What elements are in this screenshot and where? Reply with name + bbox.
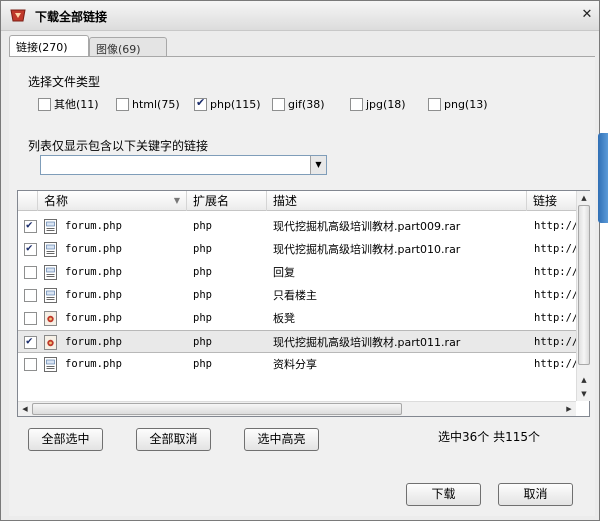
side-panel-tab[interactable] (598, 133, 608, 223)
row-checkbox[interactable] (24, 218, 37, 233)
row-link: http:// (534, 358, 576, 370)
page-icon (44, 242, 57, 257)
scroll-down-icon[interactable]: ▼ (577, 387, 591, 401)
download-all-links-dialog: 下载全部链接 ✕ 链接(270) 图像(69) 选择文件类型 其他(11) ht… (0, 0, 600, 521)
row-extension: php (193, 312, 212, 324)
download-app-icon (10, 9, 26, 22)
select-all-button[interactable]: 全部选中 (28, 428, 103, 451)
type-option-jpg[interactable]: jpg(18) (350, 96, 406, 112)
table-row[interactable]: forum.php php 回复 http:// (18, 261, 576, 284)
row-name: forum.php (65, 266, 122, 278)
type-checkbox[interactable] (38, 97, 51, 111)
table-row[interactable]: forum.php php 只看楼主 http:// (18, 284, 576, 307)
table-row[interactable]: forum.php php 现代挖掘机高级培训教材.part010.rar http:… (18, 238, 576, 261)
row-extension: php (193, 358, 212, 370)
type-checkbox[interactable] (194, 96, 207, 111)
tab-links[interactable]: 链接(270) (9, 35, 89, 57)
title-bar: 下载全部链接 ✕ (1, 1, 599, 31)
row-name: forum.php (65, 336, 122, 348)
window-title: 下载全部链接 (35, 10, 108, 24)
checkbox-column-header (18, 191, 38, 211)
row-link: http:// (534, 266, 576, 278)
row-link: http:// (534, 336, 576, 348)
row-checkbox[interactable] (24, 289, 37, 302)
row-description: 资料分享 (273, 358, 317, 371)
image-file-icon (44, 311, 57, 326)
download-button[interactable]: 下载 (406, 483, 481, 506)
row-name: forum.php (65, 289, 122, 301)
vertical-scrollbar[interactable]: ▲ ▲ ▼ (576, 191, 590, 401)
horizontal-scroll-thumb[interactable] (32, 403, 402, 415)
horizontal-scrollbar[interactable]: ◀ ▶ (18, 401, 576, 416)
page-icon (44, 265, 57, 280)
row-description: 板凳 (273, 312, 295, 325)
page-icon (44, 219, 57, 234)
row-extension: php (193, 243, 212, 255)
file-type-label: 选择文件类型 (28, 75, 101, 89)
scroll-left-icon[interactable]: ◀ (18, 402, 32, 416)
row-extension: php (193, 266, 212, 278)
table-row[interactable]: forum.php php 现代挖掘机高级培训教材.part011.rar http:… (18, 330, 576, 353)
scroll-right-icon[interactable]: ▶ (562, 402, 576, 416)
row-checkbox[interactable] (24, 266, 37, 279)
row-name: forum.php (65, 358, 122, 370)
list-header: 名称 ▼ 扩展名 描述 链接 (18, 191, 576, 211)
row-description: 现代挖掘机高级培训教材.part009.rar (273, 220, 461, 233)
list-rows: forum.php php 现代挖掘机高级培训教材.part009.rar http:… (18, 211, 576, 401)
type-checkbox[interactable] (350, 97, 363, 111)
close-icon[interactable]: ✕ (580, 8, 594, 22)
scroll-up-icon[interactable]: ▲ (577, 191, 591, 205)
table-row[interactable]: forum.php php 板凳 http:// (18, 307, 576, 330)
page-icon (44, 288, 57, 303)
row-extension: php (193, 336, 212, 348)
column-header-description[interactable]: 描述 (267, 191, 527, 211)
row-extension: php (193, 289, 212, 301)
column-header-link[interactable]: 链接 (527, 191, 576, 211)
row-name: forum.php (65, 220, 122, 232)
row-extension: php (193, 220, 212, 232)
row-name: forum.php (65, 243, 122, 255)
row-name: forum.php (65, 312, 122, 324)
cancel-button[interactable]: 取消 (498, 483, 573, 506)
background-strip (600, 0, 608, 521)
type-option-other[interactable]: 其他(11) (38, 96, 99, 112)
type-option-html[interactable]: html(75) (116, 96, 180, 112)
image-file-icon (44, 335, 57, 350)
selection-status: 选中36个 共115个 (438, 430, 540, 444)
row-link: http:// (534, 243, 576, 255)
row-description: 现代挖掘机高级培训教材.part011.rar (273, 336, 461, 349)
tab-images[interactable]: 图像(69) (89, 37, 167, 57)
type-checkbox[interactable] (428, 97, 441, 111)
type-option-gif[interactable]: gif(38) (272, 96, 325, 112)
row-checkbox[interactable] (24, 312, 37, 325)
row-description: 只看楼主 (273, 289, 317, 302)
scroll-up-icon[interactable]: ▲ (577, 373, 591, 387)
page-icon (44, 357, 57, 372)
row-checkbox[interactable] (24, 358, 37, 371)
type-checkbox[interactable] (116, 97, 129, 111)
sort-desc-icon: ▼ (173, 196, 180, 205)
row-link: http:// (534, 289, 576, 301)
vertical-scroll-thumb[interactable] (578, 205, 590, 365)
keyword-filter-label: 列表仅显示包含以下关键字的链接 (28, 139, 209, 153)
row-description: 回复 (273, 266, 295, 279)
select-highlighted-button[interactable]: 选中高亮 (244, 428, 319, 451)
table-row[interactable]: forum.php php 现代挖掘机高级培训教材.part009.rar http:… (18, 215, 576, 238)
row-link: http:// (534, 312, 576, 324)
chevron-down-icon[interactable]: ▼ (310, 156, 326, 174)
row-checkbox[interactable] (24, 334, 37, 349)
table-row[interactable]: forum.php php 资料分享 http:// (18, 353, 576, 376)
row-checkbox[interactable] (24, 241, 37, 256)
keyword-filter-combo[interactable]: ▼ (40, 155, 327, 175)
type-option-php[interactable]: php(115) (194, 96, 261, 112)
type-checkbox[interactable] (272, 97, 285, 111)
type-option-png[interactable]: png(13) (428, 96, 488, 112)
row-description: 现代挖掘机高级培训教材.part010.rar (273, 243, 461, 256)
row-link: http:// (534, 220, 576, 232)
links-list: 名称 ▼ 扩展名 描述 链接 forum.php php 现代挖掘机高级培训教材.p… (17, 190, 590, 417)
column-header-name[interactable]: 名称 ▼ (38, 191, 187, 211)
deselect-all-button[interactable]: 全部取消 (136, 428, 211, 451)
column-header-extension[interactable]: 扩展名 (187, 191, 267, 211)
